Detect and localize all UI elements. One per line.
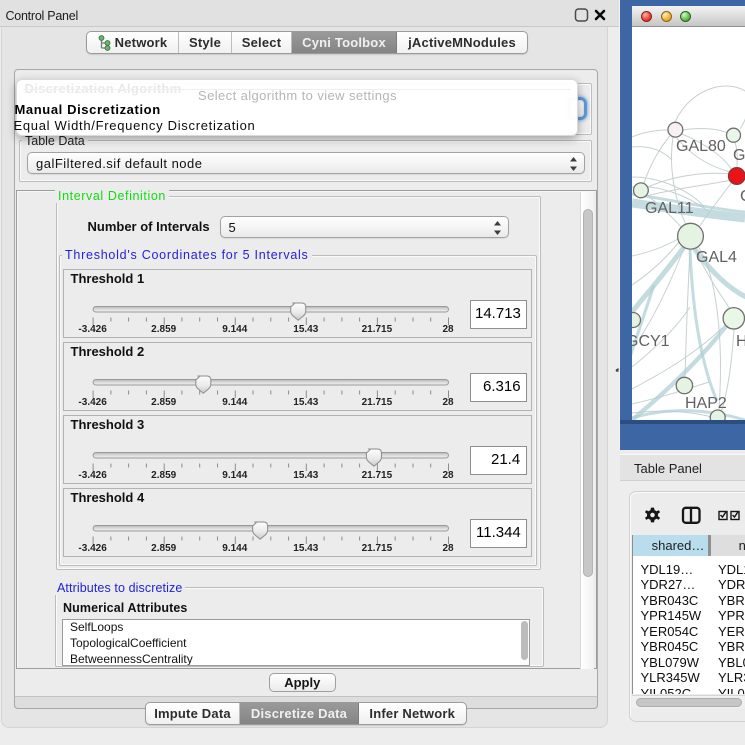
svg-text:HD: HD [736,333,745,350]
svg-text:GAL80: GAL80 [676,138,726,155]
svg-text:GAL11: GAL11 [645,200,694,217]
svg-text:HAP2: HAP2 [685,395,727,412]
svg-text:GCY1: GCY1 [632,333,670,350]
svg-text:GA: GA [733,147,745,164]
svg-text:CD: CD [740,188,745,205]
svg-text:GAL4: GAL4 [696,249,737,266]
